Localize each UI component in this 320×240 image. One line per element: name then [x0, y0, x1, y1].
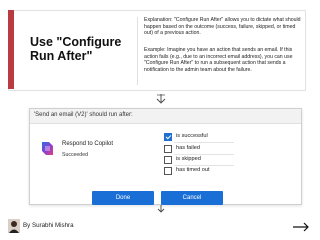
copilot-icon: [42, 142, 53, 155]
author-avatar: [8, 219, 20, 233]
checkbox-has-timed-out[interactable]: [164, 167, 172, 175]
done-button[interactable]: Done: [92, 191, 154, 205]
option-has-timed-out[interactable]: has timed out: [164, 167, 254, 176]
down-arrow-icon: [157, 205, 165, 213]
explanation-text: Explanation: "Configure Run After" allow…: [144, 17, 301, 37]
option-has-failed[interactable]: has failed: [164, 145, 254, 155]
option-label: has failed: [176, 145, 200, 151]
card-divider: [137, 17, 138, 85]
dialog-header: 'Send an email (V2)' should run after:: [30, 109, 301, 124]
cancel-button[interactable]: Cancel: [161, 191, 223, 205]
author-name: By Surabhi Mishra: [23, 222, 74, 229]
down-arrow-icon: [156, 94, 166, 104]
next-arrow-icon[interactable]: [292, 222, 310, 232]
option-label: is successful: [176, 133, 208, 139]
option-separator: [174, 165, 234, 166]
option-label: has timed out: [176, 167, 210, 173]
checkbox-is-successful[interactable]: [164, 133, 172, 141]
option-is-successful[interactable]: is successful: [164, 133, 254, 143]
action-name: Respond to Copilot: [62, 141, 114, 147]
option-separator: [174, 142, 234, 143]
checkbox-is-skipped[interactable]: [164, 156, 172, 164]
slide-title: Use "Configure Run After": [30, 35, 122, 63]
option-separator: [174, 154, 234, 155]
example-text: Example: Imagine you have an action that…: [144, 47, 293, 73]
option-label: is skipped: [176, 156, 201, 162]
dialog-title: 'Send an email (V2)' should run after:: [34, 112, 133, 118]
action-status: Succeeded: [62, 152, 88, 158]
card-accent-bar: [8, 10, 14, 89]
run-after-dialog: 'Send an email (V2)' should run after: R…: [29, 108, 302, 205]
option-is-skipped[interactable]: is skipped: [164, 156, 254, 166]
checkbox-has-failed[interactable]: [164, 145, 172, 153]
